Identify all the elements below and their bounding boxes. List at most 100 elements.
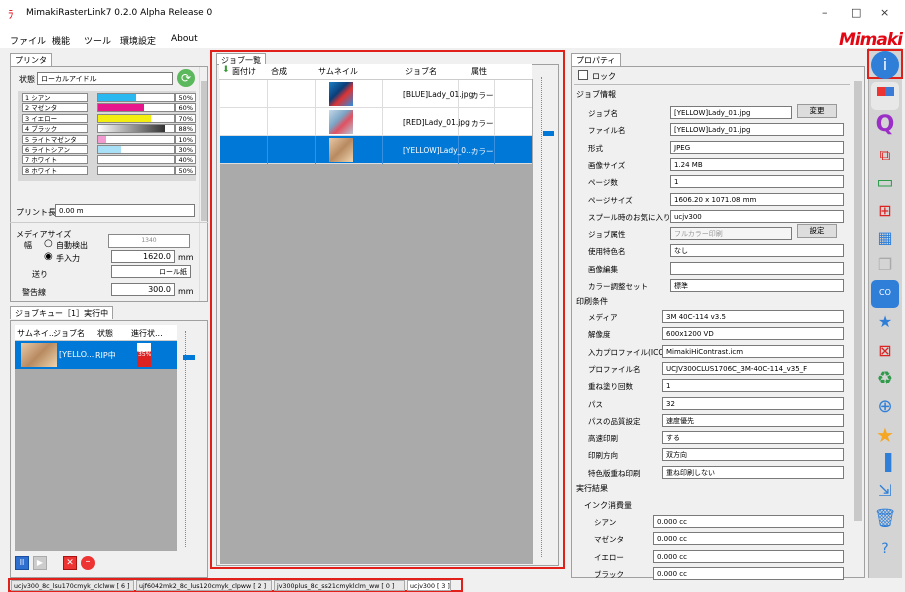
queue-job-name: [YELLO... [59, 350, 95, 359]
set-button[interactable]: 設定 [797, 224, 837, 238]
ink-percent: 50% [175, 93, 196, 102]
slider-handle[interactable] [183, 355, 195, 360]
ink-level-bar [97, 103, 175, 113]
play-button[interactable]: ▶ [33, 556, 47, 570]
frame-icon[interactable]: ▭ [871, 170, 899, 198]
recycle-icon[interactable]: ♻ [871, 366, 899, 394]
job-row[interactable]: [BLUE]Lady_01.jpg カラー [220, 80, 532, 108]
prop-value: 1606.20 x 1071.08 mm [670, 192, 844, 206]
col-imposition[interactable]: 面付け [232, 66, 256, 77]
queue-row[interactable]: [YELLO... RIP中 35% [15, 341, 177, 369]
printer-tab[interactable]: ujf6042mk2_8c_lus120cmyk_clpww [ 2 ] [136, 580, 272, 591]
close-button[interactable]: × [880, 6, 889, 19]
duplicate-icon[interactable]: ❐ [871, 252, 899, 280]
menu-tools[interactable]: ツール [84, 34, 111, 47]
prop-value: 標準 [670, 279, 844, 292]
col-composite[interactable]: 合成 [271, 66, 287, 77]
queue-priority-slider[interactable] [179, 327, 195, 551]
menu-bar: ファイル 機能 ツール 環境設定 About [0, 28, 905, 48]
tab-properties[interactable]: プロパティ [571, 53, 621, 66]
lock-checkbox[interactable] [578, 70, 588, 80]
prop-value: [YELLOW]Lady_01.jpg [670, 123, 844, 137]
ink-percent: 50% [175, 165, 196, 175]
printer-tab[interactable]: ucjv300_8c_lsu170cmyk_clclww [ 6 ] [11, 580, 134, 591]
prop-value: [YELLOW]Lady_01.jpg [670, 106, 792, 119]
change-button[interactable]: 変更 [797, 104, 837, 118]
job-priority-slider[interactable] [537, 69, 555, 563]
cond-value: 32 [662, 396, 844, 410]
job-attribute: カラー [471, 147, 494, 156]
ink-level-bar [97, 145, 175, 154]
cell-divider [382, 108, 383, 136]
pause-button[interactable]: ll [15, 556, 29, 570]
usage-label: マゼンタ [594, 535, 624, 545]
usage-value: 0.000 cc [653, 532, 844, 546]
col-job-name[interactable]: ジョブ名 [405, 66, 437, 77]
copy-icon[interactable] [871, 82, 899, 110]
prop-label: ページサイズ [588, 195, 633, 205]
printer-scrollbar[interactable] [199, 67, 207, 301]
prop-value: ucjv300 [670, 209, 844, 223]
prop-label: スプール時のお気に入り [588, 212, 671, 222]
tile-icon[interactable]: ⊞ [871, 198, 899, 226]
fill-select[interactable]: ロール紙 [111, 265, 191, 278]
ink-name: 7 ホワイト [22, 155, 88, 165]
info-icon[interactable]: i [871, 51, 899, 79]
ink-percent: 30% [175, 145, 196, 154]
ink-level-bar [97, 93, 175, 102]
cond-value: 600x1200 VD [662, 327, 844, 341]
auto-detect-radio[interactable]: ○ [44, 238, 53, 249]
layout-icon[interactable]: ⧉ [871, 142, 899, 170]
printer-tab[interactable]: ucjv300 [ 3 ] [407, 580, 451, 591]
queue-col-progress: 進行状... [131, 329, 163, 338]
refresh-icon[interactable]: ⟳ [177, 69, 195, 87]
col-attribute[interactable]: 属性 [471, 66, 487, 77]
usage-label: ブラック [594, 569, 624, 579]
color-icon[interactable]: CO [871, 280, 899, 308]
printer-tab[interactable]: jv300plus_8c_ss21cmyklclm_ww [ 0 ] [274, 580, 405, 591]
document-icon[interactable]: ▐ [871, 450, 899, 478]
cell-divider [267, 80, 268, 108]
fill-label: 送り [32, 270, 48, 279]
prop-value: JPEG [670, 140, 844, 154]
queue-thumbnail [21, 343, 57, 367]
grid-icon[interactable]: ▦ [871, 225, 899, 253]
job-row[interactable]: [YELLOW]Lady_0... カラー [220, 136, 532, 164]
minimize-button[interactable]: – [822, 6, 828, 19]
width-unit: mm [178, 253, 194, 262]
export-icon[interactable]: ⇲ [871, 478, 899, 506]
trash-icon[interactable]: 🗑 [871, 506, 899, 534]
prop-label: カラー調整セット [588, 282, 648, 291]
menu-file[interactable]: ファイル [10, 34, 46, 47]
queue-icon[interactable]: Q [871, 112, 899, 140]
menu-about[interactable]: About [171, 34, 198, 44]
job-slider-handle[interactable] [543, 131, 554, 136]
cut-icon[interactable]: ⊠ [871, 338, 899, 366]
maximize-button[interactable]: □ [851, 6, 861, 19]
ink-name: 8 ホワイト [22, 165, 88, 175]
ink-level-fill [98, 114, 152, 122]
width-input[interactable]: 1620.0 [111, 250, 175, 263]
ink-level-fill [98, 156, 129, 164]
target-icon[interactable]: ⊕ [871, 394, 899, 422]
col-thumbnail[interactable]: サムネイル [318, 66, 358, 77]
warning-input[interactable]: 300.0 [111, 283, 175, 296]
arrow-down-icon: ⬇ [222, 65, 230, 75]
job-row[interactable]: [RED]Lady_01.jpg カラー [220, 108, 532, 136]
help-icon[interactable]: ? [871, 536, 899, 564]
cancel-job-button[interactable]: ✕ [63, 556, 77, 570]
props-scrollbar[interactable] [852, 67, 864, 577]
stop-button[interactable]: – [81, 556, 95, 570]
tab-printer[interactable]: プリンタ [10, 53, 52, 66]
special-color-icon[interactable]: ★ [871, 309, 899, 337]
result-heading: 実行結果 [576, 484, 608, 493]
manual-radio[interactable]: ◉ [44, 251, 53, 262]
tab-job-queue[interactable]: ジョブキュー［1］実行中 [10, 306, 114, 319]
prop-label: ジョブ名 [588, 109, 618, 118]
star-icon[interactable]: ★ [871, 422, 899, 450]
ink-percent: 70% [175, 113, 196, 123]
cond-label: パスの品質設定 [588, 416, 641, 426]
menu-settings[interactable]: 環境設定 [120, 34, 156, 47]
cell-divider [315, 136, 316, 164]
menu-function[interactable]: 機能 [52, 34, 70, 47]
